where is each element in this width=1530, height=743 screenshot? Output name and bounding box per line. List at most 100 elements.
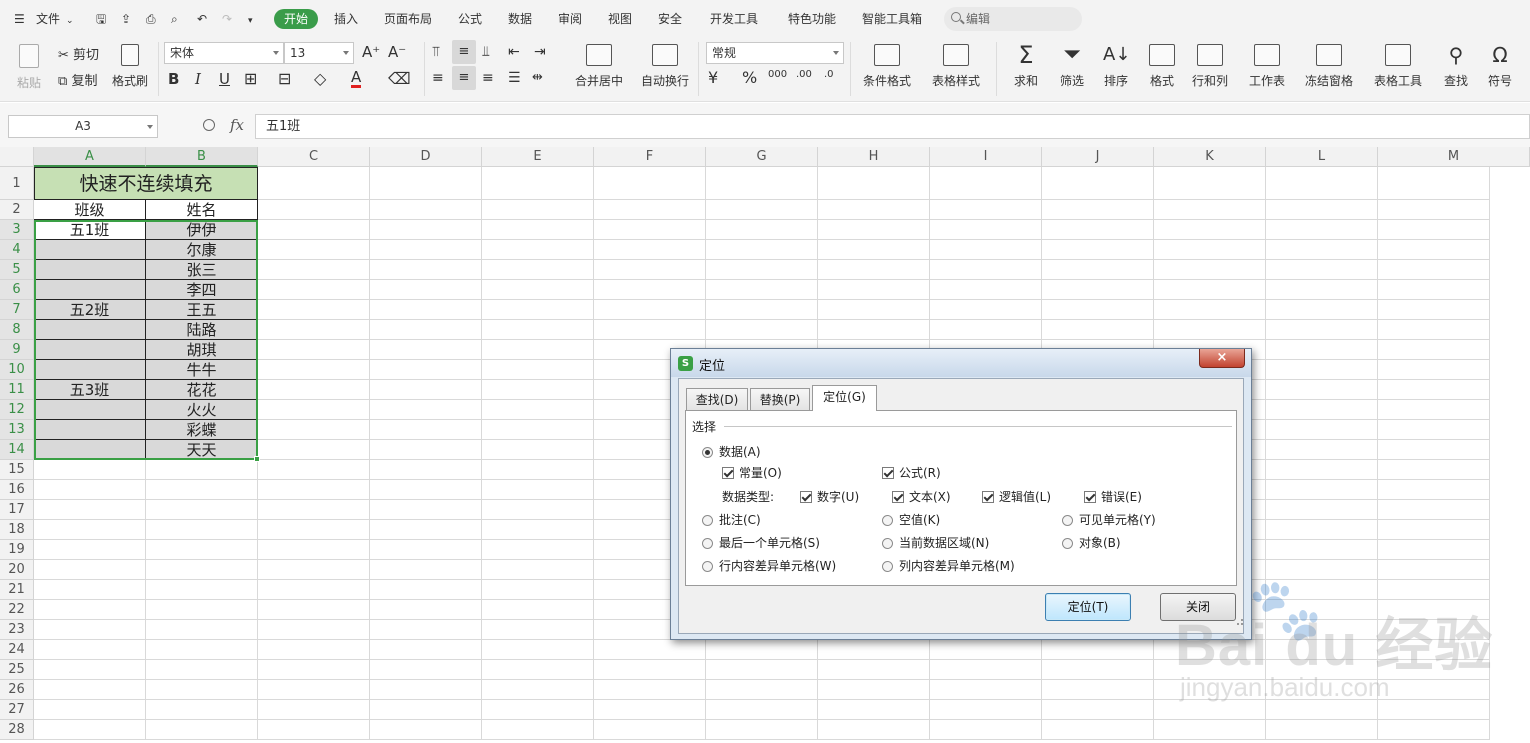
cell[interactable] [370, 220, 482, 240]
wrap-text-button[interactable]: 自动换行 [638, 44, 692, 89]
cell[interactable] [1266, 200, 1378, 220]
name-cell[interactable]: 天天 [146, 440, 258, 460]
zoom-icon[interactable] [203, 119, 215, 131]
cell[interactable] [482, 167, 594, 200]
cell[interactable] [706, 640, 818, 660]
cell[interactable] [370, 360, 482, 380]
cell[interactable] [370, 580, 482, 600]
row-header[interactable]: 4 [0, 240, 34, 260]
menu-page-layout[interactable]: 页面布局 [384, 10, 432, 28]
radio-visible-cells[interactable]: 可见单元格(Y) [1062, 513, 1156, 527]
cell[interactable] [1266, 720, 1378, 740]
cell[interactable] [1154, 167, 1266, 200]
cell[interactable] [706, 280, 818, 300]
align-center-icon[interactable]: ≡ [452, 66, 476, 90]
cell[interactable] [930, 660, 1042, 680]
cell[interactable] [482, 580, 594, 600]
cell[interactable] [146, 580, 258, 600]
cell[interactable] [370, 167, 482, 200]
underline-button[interactable]: U [219, 70, 230, 88]
cell[interactable] [1042, 720, 1154, 740]
class-cell[interactable] [34, 340, 146, 360]
checkbox-numbers[interactable]: 数字(U) [800, 490, 859, 504]
table-style-button[interactable]: 表格样式 [926, 44, 986, 89]
cell[interactable] [1154, 300, 1266, 320]
cell[interactable] [370, 240, 482, 260]
filter-button[interactable]: ⏷ 筛选 [1052, 44, 1092, 89]
cell[interactable] [818, 280, 930, 300]
cell[interactable] [482, 540, 594, 560]
cell[interactable] [482, 360, 594, 380]
menu-formula[interactable]: 公式 [458, 10, 482, 28]
cell[interactable] [930, 260, 1042, 280]
row-header[interactable]: 9 [0, 340, 34, 360]
close-button[interactable]: × [1199, 349, 1245, 368]
fx-icon[interactable]: fx [230, 116, 244, 134]
cell[interactable] [594, 320, 706, 340]
cell[interactable] [34, 660, 146, 680]
cell[interactable] [146, 600, 258, 620]
row-header[interactable]: 18 [0, 520, 34, 540]
cell[interactable] [1378, 580, 1490, 600]
row-header[interactable]: 2 [0, 200, 34, 220]
row-header[interactable]: 15 [0, 460, 34, 480]
cell[interactable] [482, 400, 594, 420]
name-cell[interactable]: 彩蝶 [146, 420, 258, 440]
radio-data[interactable]: 数据(A) [702, 445, 761, 459]
cell[interactable] [370, 700, 482, 720]
tab-find[interactable]: 查找(D) [686, 388, 748, 411]
cell[interactable] [34, 680, 146, 700]
align-middle-icon[interactable]: ≡ [452, 40, 476, 64]
cell[interactable] [482, 560, 594, 580]
menu-review[interactable]: 审阅 [558, 10, 582, 28]
cell[interactable] [482, 200, 594, 220]
cell[interactable] [1266, 440, 1378, 460]
row-header[interactable]: 25 [0, 660, 34, 680]
cell[interactable] [1378, 167, 1490, 200]
cell[interactable] [482, 520, 594, 540]
cell[interactable] [370, 600, 482, 620]
tab-goto[interactable]: 定位(G) [812, 385, 877, 411]
menu-developer[interactable]: 开发工具 [710, 10, 758, 28]
print-icon[interactable]: ⎙ [146, 10, 156, 28]
percent-button[interactable]: % [742, 68, 757, 87]
cell[interactable] [1154, 280, 1266, 300]
cell[interactable] [258, 440, 370, 460]
cell[interactable] [34, 480, 146, 500]
italic-button[interactable]: I [195, 70, 201, 88]
column-header-g[interactable]: G [706, 147, 818, 167]
class-cell[interactable] [34, 260, 146, 280]
cell[interactable] [370, 300, 482, 320]
cell[interactable] [594, 640, 706, 660]
cell[interactable] [146, 680, 258, 700]
freeze-panes-button[interactable]: 冻结窗格 [1298, 44, 1360, 89]
column-header-a[interactable]: A [34, 147, 146, 167]
cell[interactable] [1378, 540, 1490, 560]
cell[interactable] [1266, 380, 1378, 400]
cell[interactable] [818, 640, 930, 660]
class-cell[interactable] [34, 420, 146, 440]
cell[interactable] [370, 660, 482, 680]
radio-current-region[interactable]: 当前数据区域(N) [882, 536, 989, 550]
select-all-corner[interactable] [0, 147, 34, 167]
cell[interactable] [482, 600, 594, 620]
cell[interactable] [1266, 500, 1378, 520]
cell[interactable] [706, 167, 818, 200]
cell[interactable] [1042, 300, 1154, 320]
cell[interactable] [482, 640, 594, 660]
distribute-icon[interactable]: ⇹ [532, 70, 543, 85]
row-header[interactable]: 6 [0, 280, 34, 300]
font-color-icon[interactable]: A [351, 69, 362, 88]
cell[interactable] [930, 680, 1042, 700]
cell[interactable] [258, 280, 370, 300]
cell[interactable] [258, 640, 370, 660]
cell[interactable] [370, 440, 482, 460]
cell[interactable] [1378, 520, 1490, 540]
column-header-j[interactable]: J [1042, 147, 1154, 167]
row-header[interactable]: 17 [0, 500, 34, 520]
row-header[interactable]: 20 [0, 560, 34, 580]
cell[interactable] [1154, 220, 1266, 240]
format-painter-button[interactable]: 格式刷 [108, 44, 152, 89]
cell[interactable] [1266, 480, 1378, 500]
search-input[interactable]: 编辑 [944, 7, 1082, 31]
